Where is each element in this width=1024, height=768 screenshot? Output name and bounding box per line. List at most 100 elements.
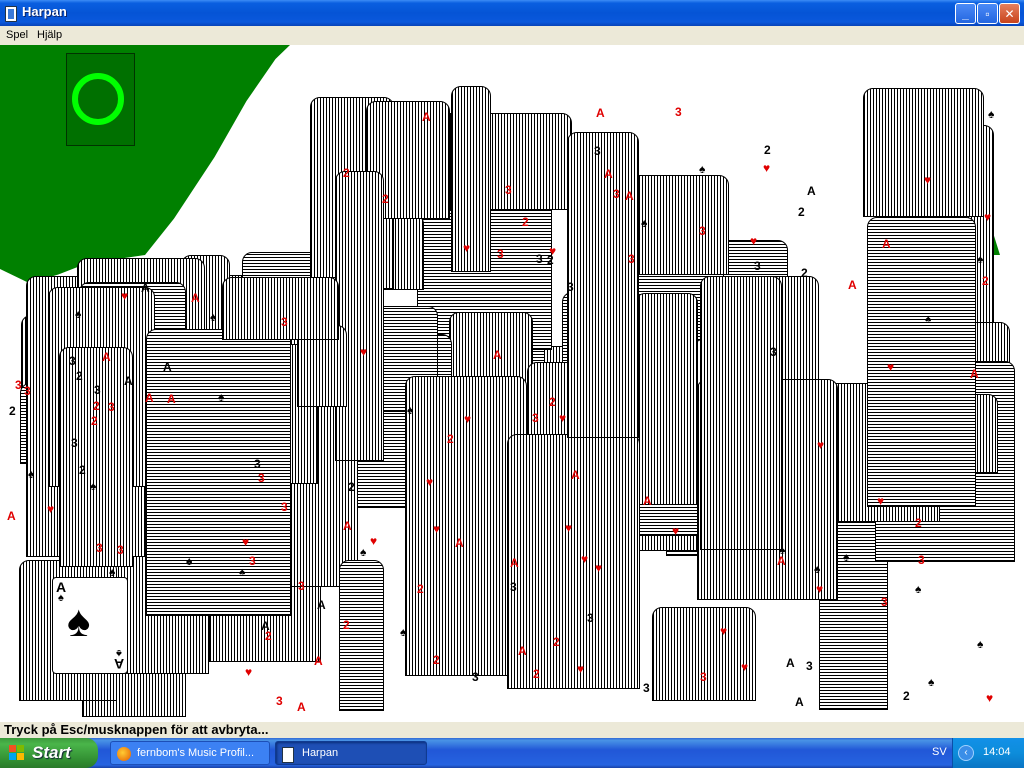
heart-pip: 3 [281,315,288,329]
spade-pip: 3 [472,670,479,684]
spade-pip: 2 [79,463,86,477]
spade-pip: ♠ [915,582,922,596]
heart-pip: ♥ [887,360,895,374]
heart-pip: 2 [343,618,350,632]
heart-pip: 2 [533,667,540,681]
taskbar-item-harpan[interactable]: Harpan [275,741,427,765]
heart-pip: 3 [613,187,620,201]
spade-pip: 3 [510,580,517,594]
spade-pip: 3 [770,345,777,359]
chevron-left-icon[interactable]: ‹ [958,745,974,761]
spade-pip: ♠ [928,675,935,689]
spade-pip: 3 [254,457,261,471]
heart-pip: ♥ [741,660,749,674]
heart-pip: A [625,189,634,203]
spade-pip: ♠ [925,312,932,326]
spade-pip: A [141,281,150,295]
window-title: Harpan [22,4,67,19]
heart-pip: ♥ [816,582,824,596]
heart-pip: A [167,392,176,406]
card-trail [451,86,491,272]
heart-pip: 2 [343,166,350,180]
harpan-app-icon [5,6,17,22]
heart-pip: ♥ [595,561,603,575]
heart-pip: ♥ [464,412,472,426]
heart-pip: ♥ [370,534,378,548]
heart-pip: 3 [918,553,925,567]
spade-pip: 2 [348,480,355,494]
spade-pip: ♠ [28,467,35,481]
spade-pip: 3 [567,280,574,294]
ring-icon [72,73,124,125]
card-trail [59,347,133,567]
menu-bar: Spel Hjälp [0,26,1024,45]
heart-pip: 3 [108,400,115,414]
heart-pip: A [848,278,857,292]
heart-pip: 3 [497,247,504,261]
close-button[interactable]: ✕ [999,3,1020,24]
spade-pip: 2 [801,266,808,280]
menu-hjalp[interactable]: Hjälp [37,29,62,41]
spade-pip: ♠ [90,479,97,493]
spade-icon: ♠ [58,592,64,604]
card-trail [652,607,756,701]
spade-pip: ♠ [210,310,217,324]
heart-pip: 2 [382,192,389,206]
heart-pip: 3 [675,105,682,119]
spade-pip: ♠ [988,107,995,121]
heart-pip: 3 [628,252,635,266]
spade-pip: ♠ [186,554,193,568]
game-board[interactable]: 2 A A ♥ ♠ 3 3 3 2 A 2 ♥ 3 2 2 2 2 3 ♥ 3 ♥ A A 2 3 ♥ A ♠ 3 A A ♠ 3 ♠ A 2 A 2 A 2… [0,45,1024,722]
spade-pip: 3 [594,144,601,158]
spade-pip: 3 [94,383,101,397]
spade-pip: 2 [9,404,16,418]
heart-pip: ♥ [577,662,585,676]
spade-pip: ♠ [977,637,984,651]
heart-pip: 2 [982,274,989,288]
heart-pip: ♥ [672,524,680,538]
spade-pip: 3 [587,611,594,625]
language-indicator[interactable]: SV [932,746,947,758]
heart-pip: ♥ [360,345,368,359]
heart-pip: 2 [93,399,100,413]
minimize-button[interactable]: _ [955,3,976,24]
heart-pip: ♥ [984,210,992,224]
taskbar-item-firefox[interactable]: fernbom's Music Profil... [110,741,270,765]
heart-pip: 2 [417,582,424,596]
spade-pip: ♠ [977,252,984,266]
heart-pip: 3 [249,554,256,568]
heart-pip: 3 [281,500,288,514]
maximize-button[interactable]: ▫ [977,3,998,24]
heart-pip: 3 [881,595,888,609]
heart-pip: A [777,554,786,568]
heart-pip: A [422,110,431,124]
heart-pip: 2 [447,432,454,446]
heart-pip: ♥ [720,624,728,638]
spade-pip: 3 [71,436,78,450]
heart-pip: A [455,536,464,550]
heart-pip: A [493,348,502,362]
clock[interactable]: 14:04 [983,746,1011,758]
heart-pip: ♥ [763,161,771,175]
foundation-slot [66,53,135,146]
title-bar: Harpan _ ▫ ✕ [0,0,1024,26]
spade-pip: 2 [76,369,83,383]
start-label: Start [32,743,71,762]
heart-pip: ♥ [877,494,885,508]
spade-pip: A [163,360,172,374]
heart-pip: 2 [522,215,529,229]
spade-pip: 3 [69,354,76,368]
heart-pip: 3 [700,670,707,684]
taskbar-item-label: Harpan [302,747,339,759]
heart-pip: 2 [915,516,922,530]
firefox-icon [117,747,131,761]
start-button[interactable]: Start [0,738,98,768]
heart-pip: 3 [699,224,706,238]
heart-pip: A [343,519,352,533]
card-rank: A [113,656,124,672]
heart-pip: ♥ [924,173,932,187]
menu-spel[interactable]: Spel [6,29,28,41]
spade-pip: 3 [806,659,813,673]
spade-pip: ♠ [75,307,82,321]
heart-pip: A [191,291,200,305]
